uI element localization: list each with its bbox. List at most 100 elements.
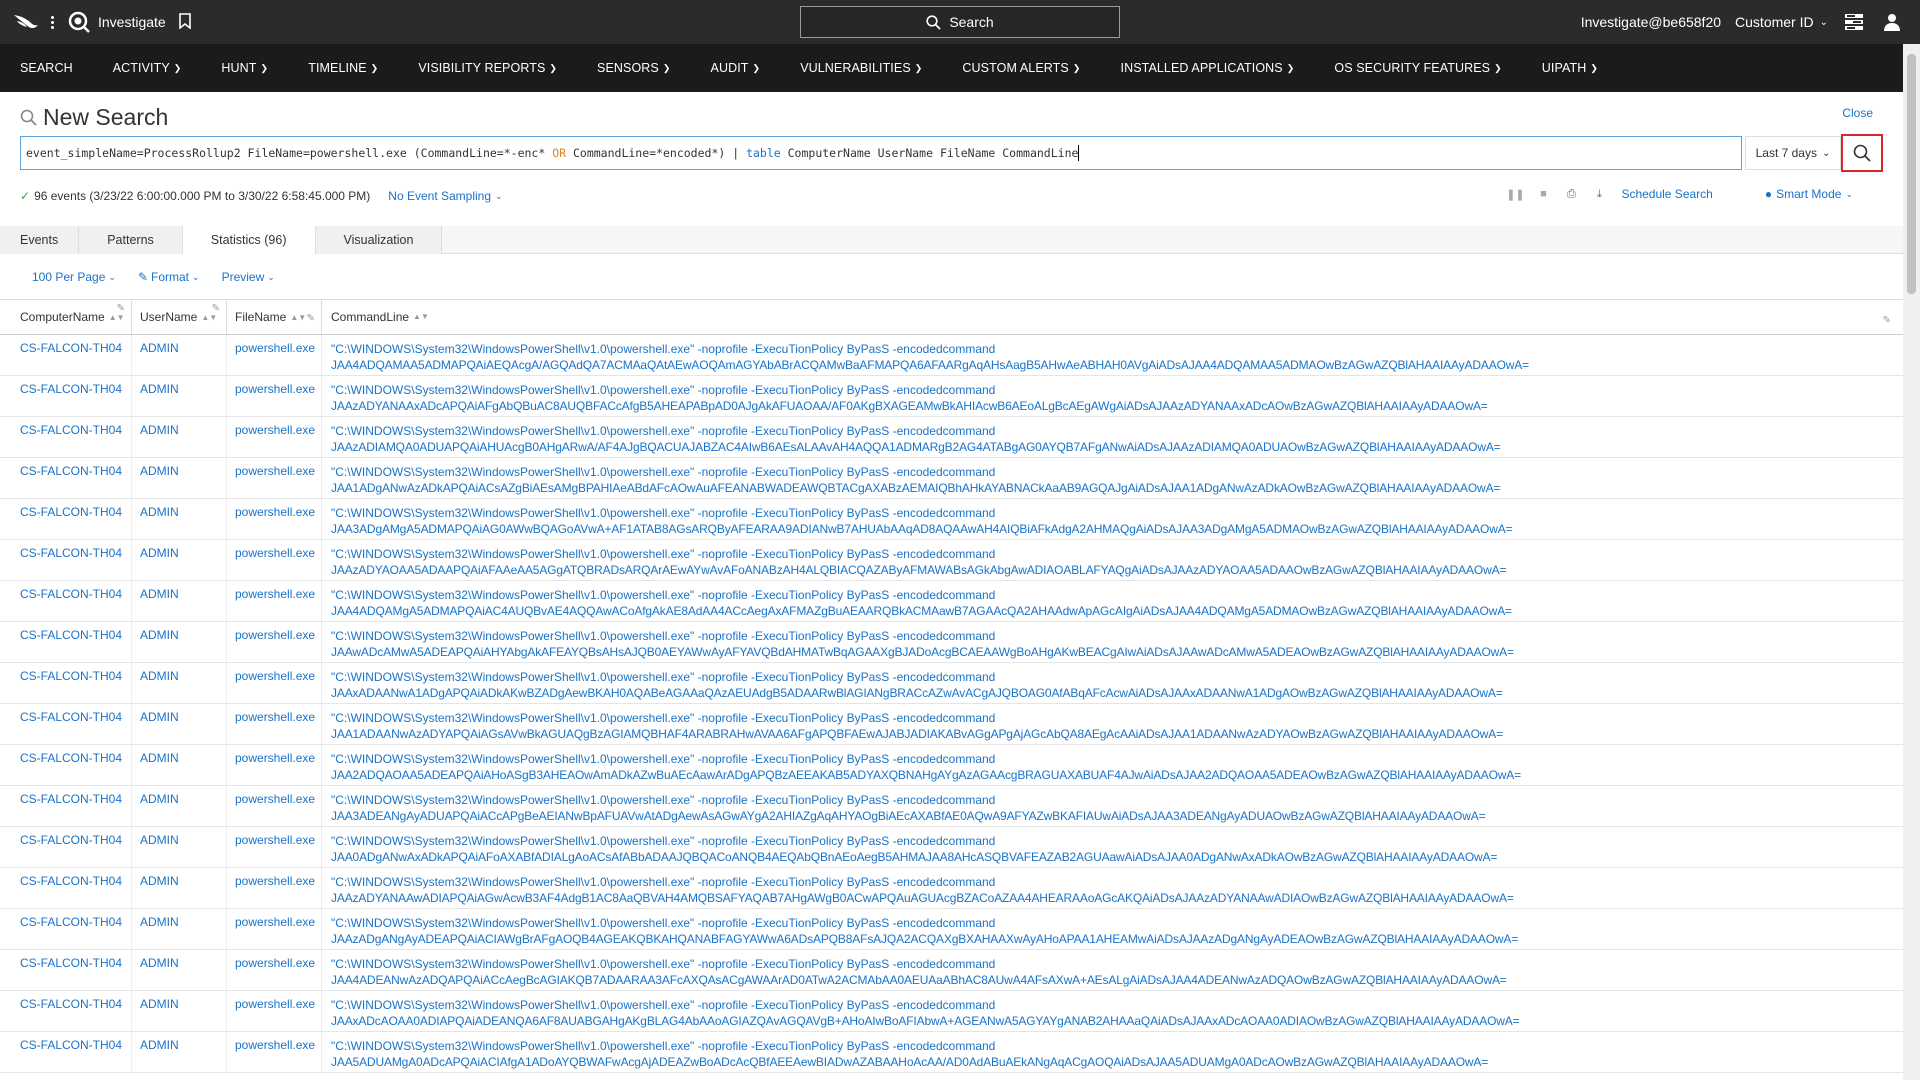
cell-computername[interactable]: CS-FALCON-TH04 [0, 868, 132, 908]
cell-commandline[interactable]: "C:\WINDOWS\System32\WindowsPowerShell\v… [322, 581, 1903, 621]
close-link[interactable]: Close [1842, 106, 1873, 120]
cell-username[interactable]: ADMIN [132, 909, 227, 949]
bookmark-icon[interactable] [178, 13, 194, 31]
cell-computername[interactable]: CS-FALCON-TH04 [0, 540, 132, 580]
cell-commandline[interactable]: "C:\WINDOWS\System32\WindowsPowerShell\v… [322, 417, 1903, 457]
cell-computername[interactable]: CS-FALCON-TH04 [0, 827, 132, 867]
run-search-button[interactable] [1841, 134, 1883, 172]
cell-computername[interactable]: CS-FALCON-TH04 [0, 786, 132, 826]
column-header-computername[interactable]: ComputerName ▲▼ ✎ [0, 300, 132, 334]
cell-filename[interactable]: powershell.exe [227, 786, 322, 826]
cell-filename[interactable]: powershell.exe [227, 745, 322, 785]
cell-computername[interactable]: CS-FALCON-TH04 [0, 745, 132, 785]
edit-icon[interactable]: ✎ [117, 303, 125, 314]
cell-username[interactable]: ADMIN [132, 868, 227, 908]
cell-filename[interactable]: powershell.exe [227, 376, 322, 416]
tab-visualization[interactable]: Visualization [315, 226, 443, 254]
cell-username[interactable]: ADMIN [132, 417, 227, 457]
cell-filename[interactable]: powershell.exe [227, 991, 322, 1031]
cell-commandline[interactable]: "C:\WINDOWS\System32\WindowsPowerShell\v… [322, 376, 1903, 416]
schedule-search-link[interactable]: Schedule Search [1621, 187, 1712, 201]
cell-username[interactable]: ADMIN [132, 540, 227, 580]
cell-filename[interactable]: powershell.exe [227, 827, 322, 867]
tab-statistics[interactable]: Statistics (96) [182, 226, 316, 255]
page-scrollbar[interactable] [1903, 44, 1920, 1080]
cell-filename[interactable]: powershell.exe [227, 335, 322, 375]
cell-filename[interactable]: powershell.exe [227, 909, 322, 949]
cell-computername[interactable]: CS-FALCON-TH04 [0, 1032, 132, 1072]
column-header-username[interactable]: UserName ▲▼ ✎ [132, 300, 227, 334]
cell-commandline[interactable]: "C:\WINDOWS\System32\WindowsPowerShell\v… [322, 704, 1903, 744]
nav-timeline[interactable]: TIMELINE ❯ [288, 44, 398, 92]
cell-username[interactable]: ADMIN [132, 745, 227, 785]
tray-icon[interactable] [1842, 10, 1866, 34]
tab-patterns[interactable]: Patterns [79, 226, 183, 254]
cell-username[interactable]: ADMIN [132, 335, 227, 375]
nav-activity[interactable]: ACTIVITY ❯ [93, 44, 202, 92]
cell-commandline[interactable]: "C:\WINDOWS\System32\WindowsPowerShell\v… [322, 663, 1903, 703]
global-search-button[interactable]: Search [800, 6, 1120, 38]
cell-username[interactable]: ADMIN [132, 950, 227, 990]
time-range-picker[interactable]: Last 7 days ⌄ [1745, 136, 1841, 170]
nav-visibility-reports[interactable]: VISIBILITY REPORTS ❯ [398, 44, 577, 92]
cell-username[interactable]: ADMIN [132, 991, 227, 1031]
cell-commandline[interactable]: "C:\WINDOWS\System32\WindowsPowerShell\v… [322, 622, 1903, 662]
cell-username[interactable]: ADMIN [132, 663, 227, 703]
cell-computername[interactable]: CS-FALCON-TH04 [0, 417, 132, 457]
menu-dots-icon[interactable] [46, 15, 58, 29]
stop-icon[interactable]: ■ [1537, 188, 1549, 200]
cell-commandline[interactable]: "C:\WINDOWS\System32\WindowsPowerShell\v… [322, 868, 1903, 908]
cell-commandline[interactable]: "C:\WINDOWS\System32\WindowsPowerShell\v… [322, 909, 1903, 949]
user-icon[interactable] [1880, 10, 1904, 34]
cell-commandline[interactable]: "C:\WINDOWS\System32\WindowsPowerShell\v… [322, 540, 1903, 580]
scrollbar-thumb[interactable] [1907, 54, 1916, 294]
format-dropdown[interactable]: ✎ Format ⌄ [138, 270, 200, 284]
cell-username[interactable]: ADMIN [132, 376, 227, 416]
cell-computername[interactable]: CS-FALCON-TH04 [0, 991, 132, 1031]
nav-audit[interactable]: AUDIT ❯ [691, 44, 781, 92]
nav-vulnerabilities[interactable]: VULNERABILITIES ❯ [780, 44, 942, 92]
column-header-filename[interactable]: FileName ▲▼ ✎ [227, 300, 322, 334]
edit-icon[interactable]: ✎ [307, 313, 315, 324]
cell-username[interactable]: ADMIN [132, 499, 227, 539]
cell-filename[interactable]: powershell.exe [227, 704, 322, 744]
edit-icon[interactable]: ✎ [1883, 313, 1891, 329]
edit-icon[interactable]: ✎ [212, 303, 220, 314]
falcon-logo-icon[interactable] [6, 0, 46, 44]
cell-computername[interactable]: CS-FALCON-TH04 [0, 909, 132, 949]
cell-filename[interactable]: powershell.exe [227, 417, 322, 457]
cell-commandline[interactable]: "C:\WINDOWS\System32\WindowsPowerShell\v… [322, 786, 1903, 826]
cell-computername[interactable]: CS-FALCON-TH04 [0, 376, 132, 416]
download-icon[interactable]: ⤓ [1593, 188, 1605, 200]
nav-os-security-features[interactable]: OS SECURITY FEATURES ❯ [1314, 44, 1521, 92]
cell-username[interactable]: ADMIN [132, 1032, 227, 1072]
nav-hunt[interactable]: HUNT ❯ [201, 44, 288, 92]
cell-filename[interactable]: powershell.exe [227, 622, 322, 662]
cell-computername[interactable]: CS-FALCON-TH04 [0, 663, 132, 703]
cell-username[interactable]: ADMIN [132, 581, 227, 621]
cell-filename[interactable]: powershell.exe [227, 868, 322, 908]
cell-filename[interactable]: powershell.exe [227, 1032, 322, 1072]
print-icon[interactable]: ⎙ [1565, 188, 1577, 200]
nav-uipath[interactable]: UIPATH ❯ [1522, 44, 1618, 92]
cell-commandline[interactable]: "C:\WINDOWS\System32\WindowsPowerShell\v… [322, 827, 1903, 867]
cell-username[interactable]: ADMIN [132, 786, 227, 826]
query-input[interactable]: event_simpleName=ProcessRollup2 FileName… [20, 136, 1742, 170]
cell-commandline[interactable]: "C:\WINDOWS\System32\WindowsPowerShell\v… [322, 745, 1903, 785]
cell-filename[interactable]: powershell.exe [227, 458, 322, 498]
cell-computername[interactable]: CS-FALCON-TH04 [0, 622, 132, 662]
cell-commandline[interactable]: "C:\WINDOWS\System32\WindowsPowerShell\v… [322, 1032, 1903, 1072]
cell-commandline[interactable]: "C:\WINDOWS\System32\WindowsPowerShell\v… [322, 335, 1903, 375]
cell-username[interactable]: ADMIN [132, 827, 227, 867]
tab-events[interactable]: Events [0, 226, 80, 254]
customer-id-dropdown[interactable]: Customer ID ⌄ [1735, 14, 1828, 30]
cell-computername[interactable]: CS-FALCON-TH04 [0, 335, 132, 375]
cell-username[interactable]: ADMIN [132, 704, 227, 744]
user-account[interactable]: Investigate@be658f20 [1581, 14, 1721, 30]
per-page-dropdown[interactable]: 100 Per Page ⌄ [32, 270, 116, 284]
cell-computername[interactable]: CS-FALCON-TH04 [0, 499, 132, 539]
cell-commandline[interactable]: "C:\WINDOWS\System32\WindowsPowerShell\v… [322, 499, 1903, 539]
nav-sensors[interactable]: SENSORS ❯ [577, 44, 690, 92]
cell-commandline[interactable]: "C:\WINDOWS\System32\WindowsPowerShell\v… [322, 458, 1903, 498]
cell-commandline[interactable]: "C:\WINDOWS\System32\WindowsPowerShell\v… [322, 950, 1903, 990]
